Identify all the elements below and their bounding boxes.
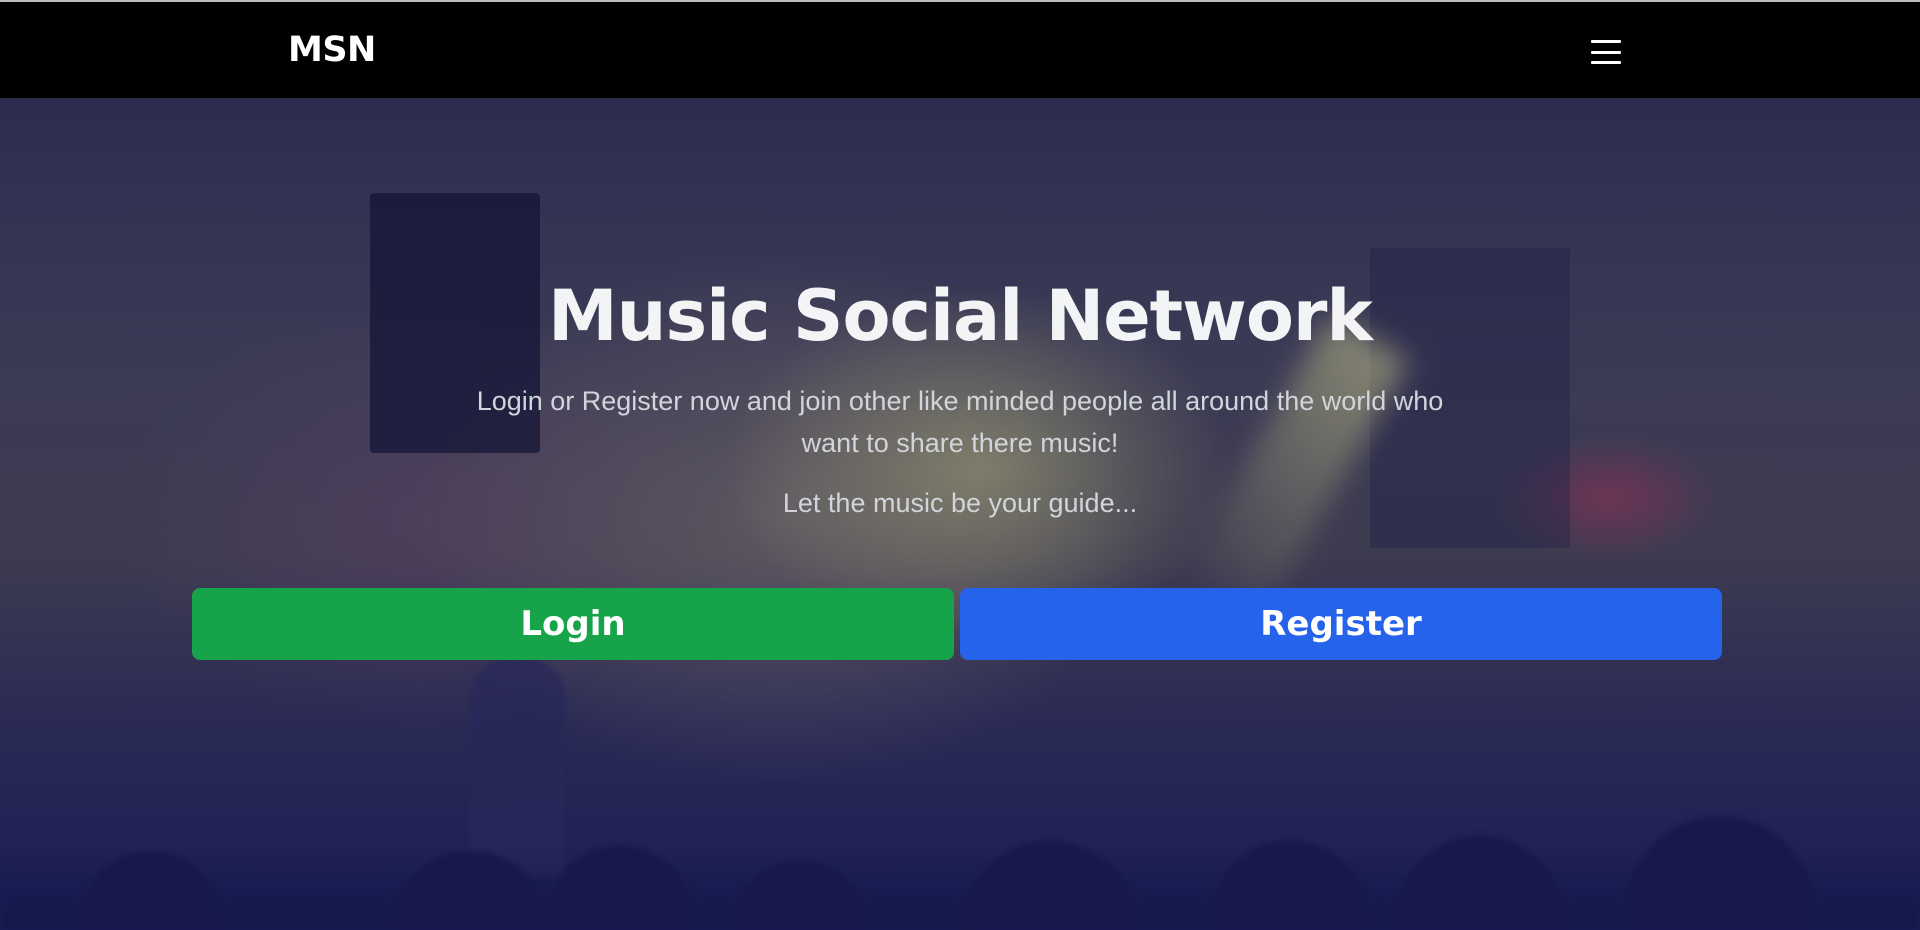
login-button[interactable]: Login: [192, 588, 954, 660]
hero-content: Music Social Network Login or Register n…: [0, 98, 1920, 930]
register-button[interactable]: Register: [960, 588, 1722, 660]
hamburger-menu-icon: [1591, 40, 1621, 64]
brand-logo[interactable]: MSN: [288, 28, 376, 72]
navbar: MSN: [0, 2, 1920, 98]
hero-title: Music Social Network: [548, 275, 1373, 357]
menu-toggle-button[interactable]: [1584, 30, 1628, 74]
hero-tagline: Let the music be your guide...: [782, 488, 1138, 518]
hero-subtitle: Login or Register now and join other lik…: [476, 386, 1444, 458]
hero-section: Music Social Network Login or Register n…: [0, 98, 1920, 930]
